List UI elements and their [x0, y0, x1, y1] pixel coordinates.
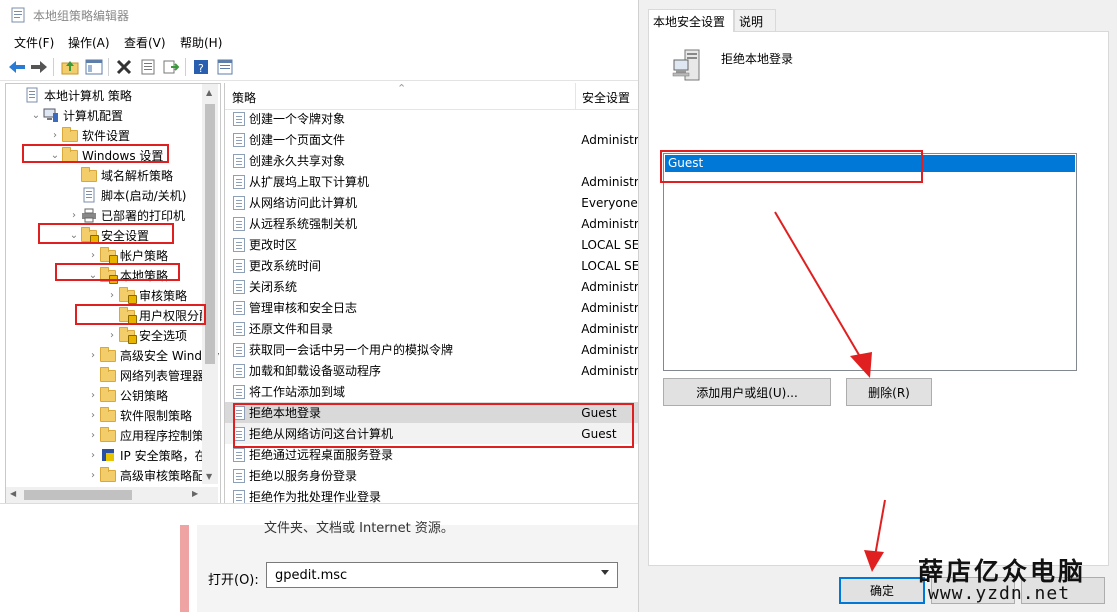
watermark-url: www.yzdn.net — [928, 583, 1071, 604]
tab-local-security-setting[interactable]: 本地安全设置 — [648, 9, 734, 32]
annotation-arrows — [774, 211, 886, 572]
tab-local-label: 本地安全设置 — [653, 15, 726, 29]
